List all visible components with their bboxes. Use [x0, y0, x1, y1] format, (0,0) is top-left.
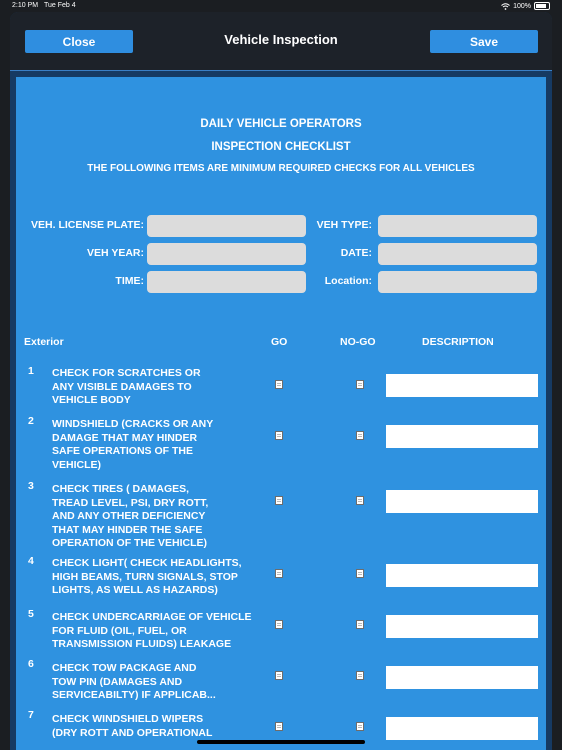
time-label: TIME: [115, 275, 144, 287]
description-field[interactable] [386, 666, 538, 689]
item-number: 2 [28, 415, 34, 427]
go-checkbox[interactable] [275, 380, 283, 389]
time-field[interactable] [147, 271, 306, 293]
go-checkbox[interactable] [275, 671, 283, 680]
item-number: 5 [28, 608, 34, 620]
nogo-checkbox[interactable] [356, 431, 364, 440]
license-plate-field[interactable] [147, 215, 306, 237]
veh-year-label: VEH YEAR: [87, 247, 144, 259]
item-text: CHECK TIRES ( DAMAGES, TREAD LEVEL, PSI,… [52, 483, 209, 549]
item-text: CHECK WINDSHIELD WIPERS (DRY ROTT AND OP… [52, 713, 213, 739]
battery-icon [534, 2, 550, 10]
description-field[interactable] [386, 374, 538, 397]
item-number: 1 [28, 365, 34, 377]
form-subtitle: THE FOLLOWING ITEMS ARE MINIMUM REQUIRED… [87, 163, 475, 174]
nogo-checkbox[interactable] [356, 671, 364, 680]
description-field[interactable] [386, 425, 538, 448]
description-field[interactable] [386, 564, 538, 587]
form-title-line1: DAILY VEHICLE OPERATORS [200, 118, 362, 130]
go-checkbox[interactable] [275, 569, 283, 578]
status-right: 100% [501, 2, 550, 10]
nogo-checkbox[interactable] [356, 496, 364, 505]
app-window: Close Vehicle Inspection Save DAILY VEHI… [10, 12, 552, 750]
location-field[interactable] [378, 271, 537, 293]
go-checkbox[interactable] [275, 620, 283, 629]
section-label-exterior: Exterior [24, 336, 64, 348]
item-text: WINDSHIELD (CRACKS OR ANY DAMAGE THAT MA… [52, 418, 214, 471]
status-time: 2:10 PM [12, 2, 39, 9]
description-field[interactable] [386, 615, 538, 638]
date-field[interactable] [378, 243, 537, 265]
nogo-column-header: NO-GO [340, 336, 376, 348]
go-column-header: GO [271, 336, 288, 348]
item-text: CHECK LIGHT( CHECK HEADLIGHTS, HIGH BEAM… [52, 557, 242, 596]
veh-year-field[interactable] [147, 243, 306, 265]
battery-percent: 100% [513, 2, 531, 10]
item-text: CHECK UNDERCARRIAGE OF VEHICLE FOR FLUID… [52, 611, 252, 650]
status-date: Tue Feb 4 [44, 2, 76, 9]
save-button[interactable]: Save [430, 30, 538, 53]
wifi-icon [501, 2, 510, 10]
license-plate-label: VEH. LICENSE PLATE: [31, 219, 144, 231]
nogo-checkbox[interactable] [356, 569, 364, 578]
item-number: 7 [28, 709, 34, 721]
item-number: 3 [28, 480, 34, 492]
item-number: 6 [28, 658, 34, 670]
description-column-header: DESCRIPTION [422, 336, 494, 348]
navigation-bar: Close Vehicle Inspection Save [10, 12, 552, 71]
go-checkbox[interactable] [275, 722, 283, 731]
description-field[interactable] [386, 490, 538, 513]
status-bar: 2:10 PM Tue Feb 4 100% [0, 0, 562, 12]
nogo-checkbox[interactable] [356, 722, 364, 731]
nogo-checkbox[interactable] [356, 380, 364, 389]
home-indicator[interactable] [197, 740, 365, 744]
description-field[interactable] [386, 717, 538, 740]
item-text: CHECK FOR SCRATCHES OR ANY VISIBLE DAMAG… [52, 367, 201, 406]
go-checkbox[interactable] [275, 496, 283, 505]
item-text: CHECK TOW PACKAGE AND TOW PIN (DAMAGES A… [52, 662, 216, 701]
form-title-line2: INSPECTION CHECKLIST [211, 141, 351, 153]
veh-type-field[interactable] [378, 215, 537, 237]
item-number: 4 [28, 555, 34, 567]
go-checkbox[interactable] [275, 431, 283, 440]
veh-type-label: VEH TYPE: [316, 219, 372, 231]
location-label: Location: [324, 275, 372, 287]
nogo-checkbox[interactable] [356, 620, 364, 629]
date-label: DATE: [340, 247, 372, 259]
inspection-form[interactable]: DAILY VEHICLE OPERATORS INSPECTION CHECK… [16, 77, 546, 750]
